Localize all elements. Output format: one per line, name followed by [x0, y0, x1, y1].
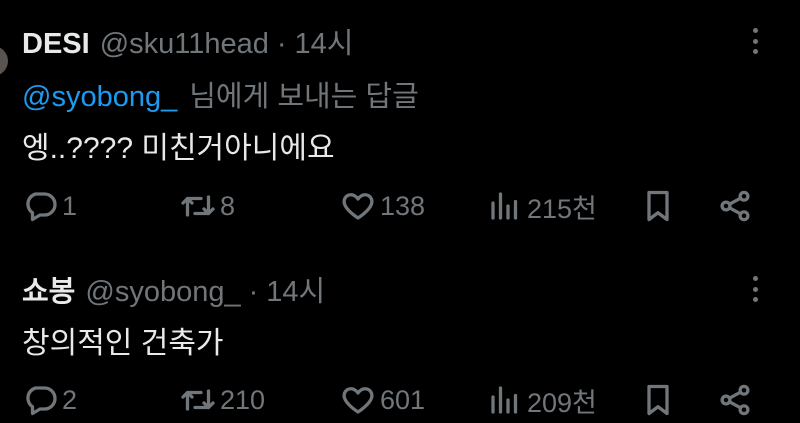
- retweet-button[interactable]: 8: [180, 186, 235, 226]
- timestamp[interactable]: 14시: [295, 20, 354, 62]
- views-icon: [491, 192, 518, 220]
- reply-context-text: 님에게 보내는 답글: [189, 81, 419, 113]
- tweet-text: 엥..???? 미친거아니에요: [22, 132, 335, 165]
- heart-icon: [342, 193, 374, 220]
- views-button[interactable]: 209천: [487, 380, 597, 420]
- retweet-icon: [181, 195, 215, 217]
- like-button[interactable]: 601: [340, 380, 425, 420]
- share-button[interactable]: [717, 186, 753, 226]
- share-icon: [720, 190, 750, 222]
- retweet-count: 210: [220, 384, 266, 415]
- retweet-icon: [181, 389, 215, 411]
- tweet-text: 창의적인 건축가: [22, 327, 224, 360]
- bookmark-button[interactable]: [640, 380, 676, 420]
- reply-count: 1: [62, 190, 78, 221]
- reply-icon: [26, 386, 57, 416]
- like-button[interactable]: 138: [340, 186, 425, 226]
- user-handle[interactable]: @syobong_: [85, 276, 240, 309]
- share-button[interactable]: [717, 380, 753, 420]
- bookmark-icon: [647, 384, 669, 416]
- retweet-button[interactable]: 210: [180, 380, 265, 420]
- reply-button[interactable]: 1: [22, 186, 77, 226]
- views-count: 209천: [527, 387, 597, 418]
- share-icon: [720, 384, 750, 416]
- heart-icon: [342, 387, 374, 414]
- reply-button[interactable]: 2: [22, 380, 77, 420]
- more-icon[interactable]: [744, 24, 766, 58]
- views-count: 215천: [527, 193, 597, 224]
- like-count: 601: [380, 384, 426, 415]
- views-button[interactable]: 215천: [487, 186, 597, 226]
- tweet-reply[interactable]: 쇼봉 @syobong_ · 14시 창의적인 건축가 2 210 601 20…: [0, 248, 800, 423]
- reply-mention-link[interactable]: @syobong_: [22, 81, 177, 113]
- reply-count: 2: [62, 384, 78, 415]
- avatar[interactable]: [0, 46, 8, 76]
- tweet-reply[interactable]: DESI @sku11head · 14시 @syobong_ 님에게 보내는 답…: [0, 0, 800, 240]
- separator-dot: ·: [248, 276, 259, 308]
- bookmark-button[interactable]: [640, 186, 676, 226]
- display-name[interactable]: 쇼봉: [22, 268, 75, 310]
- timestamp[interactable]: 14시: [266, 268, 325, 310]
- tweet-header: 쇼봉 @syobong_ · 14시: [22, 268, 325, 310]
- separator-dot: ·: [276, 28, 287, 60]
- tweet-header: DESI @sku11head · 14시: [22, 20, 353, 62]
- action-bar: 1 8 138 215천: [22, 186, 782, 226]
- bookmark-icon: [647, 190, 669, 222]
- reply-icon: [26, 192, 57, 222]
- views-icon: [491, 386, 518, 414]
- reply-context: @syobong_ 님에게 보내는 답글: [22, 73, 419, 115]
- like-count: 138: [380, 190, 426, 221]
- action-bar: 2 210 601 209천: [22, 380, 782, 420]
- display-name[interactable]: DESI: [22, 28, 90, 61]
- more-icon[interactable]: [744, 272, 766, 306]
- retweet-count: 8: [220, 190, 236, 221]
- user-handle[interactable]: @sku11head: [100, 28, 269, 61]
